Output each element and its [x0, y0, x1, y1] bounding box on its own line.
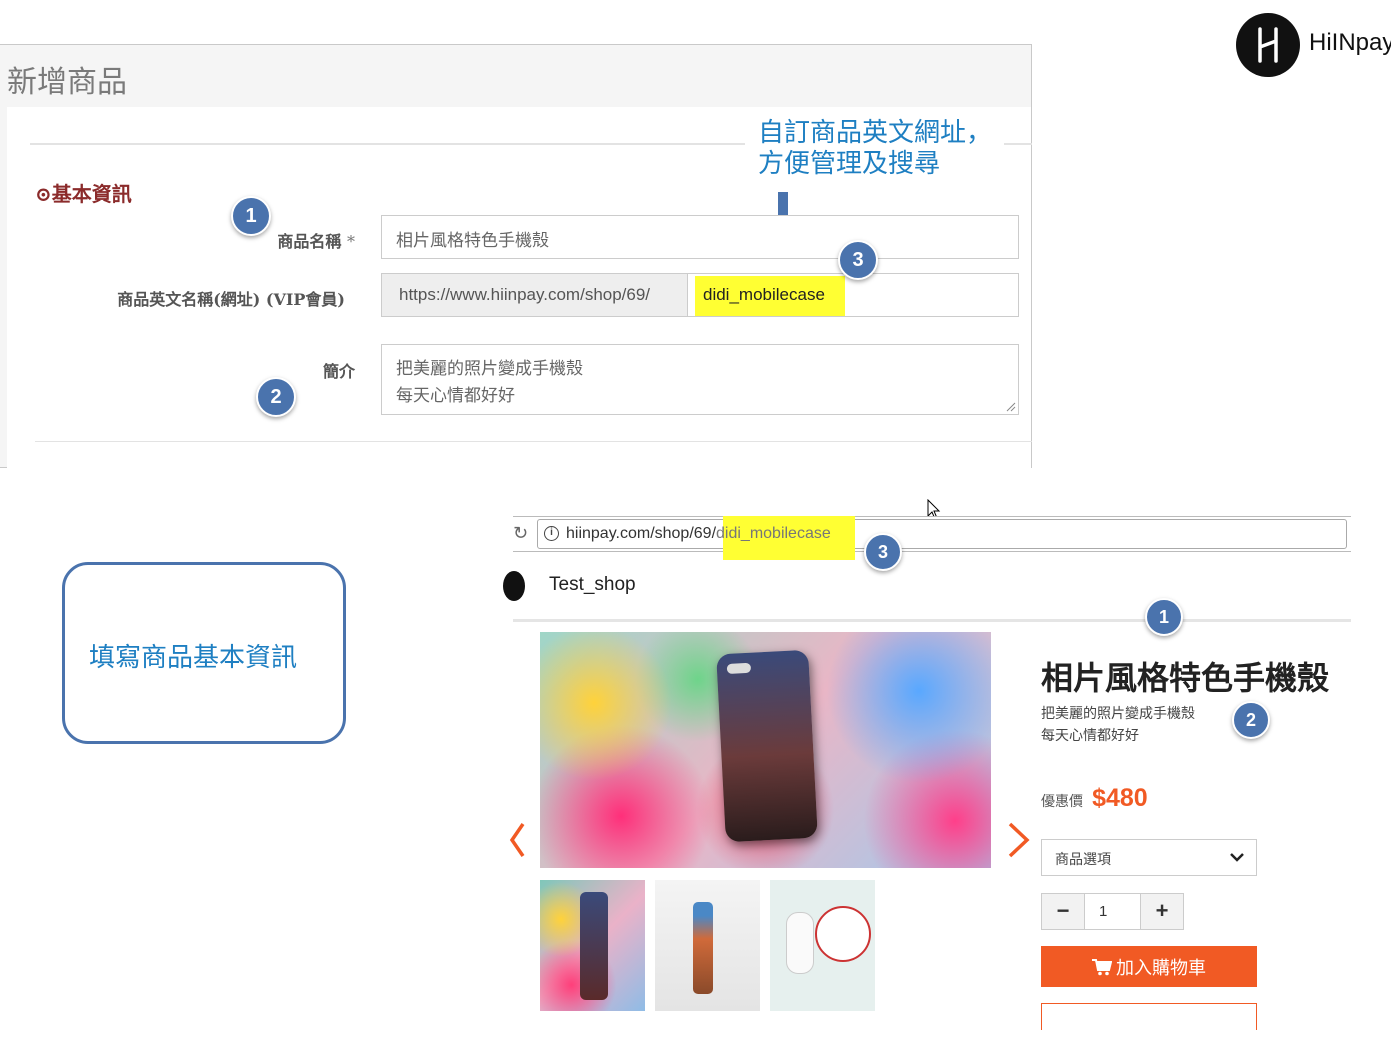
shop-logo-icon[interactable]: [503, 571, 525, 601]
shop-name[interactable]: Test_shop: [549, 574, 636, 596]
step-badge-2b: 2: [1232, 701, 1270, 739]
thumbnail-3[interactable]: [770, 880, 875, 1011]
product-description: 把美麗的照片變成手機殼 每天心情都好好: [1041, 703, 1195, 747]
url-text: hiinpay.com/shop/69/didi_mobilecase: [566, 525, 831, 543]
url-slug-value: didi_mobilecase: [703, 285, 825, 304]
browser-address-bar: ↻ i hiinpay.com/shop/69/didi_mobilecase: [513, 516, 1351, 560]
next-arrow-icon[interactable]: [1007, 822, 1031, 858]
url-base: hiinpay.com/shop/69/: [566, 525, 717, 542]
cart-icon: [1092, 958, 1112, 975]
price-label: 優惠價: [1041, 794, 1083, 810]
thumbnail-1[interactable]: [540, 880, 645, 1011]
phone-case-graphic: [716, 649, 818, 843]
step-badge-1b: 1: [1145, 598, 1183, 636]
divider-top-right: [1004, 143, 1032, 145]
annotation-line-2: 方便管理及搜尋: [758, 149, 941, 179]
required-mark: *: [347, 232, 355, 251]
product-name-value: 相片風格特色手機殼: [396, 231, 549, 251]
thumbnail-2[interactable]: [655, 880, 760, 1011]
product-title: 相片風格特色手機殼: [1041, 659, 1330, 697]
resize-handle-icon[interactable]: [1006, 402, 1016, 412]
reload-icon[interactable]: ↻: [513, 523, 528, 544]
thumb-bear: [786, 912, 814, 974]
annotation-line-1: 自訂商品英文網址，: [758, 118, 993, 148]
thumb-bubble: [815, 906, 871, 962]
description-line-2: 每天心情都好好: [1041, 728, 1139, 744]
name-label-text: 商品名稱: [277, 232, 342, 251]
section-title: ⊙基本資訊: [35, 182, 132, 206]
product-url-input[interactable]: https://www.hiinpay.com/shop/69/ didi_mo…: [381, 273, 1019, 317]
product-option-select[interactable]: 商品選項: [1041, 839, 1257, 876]
callout-text: 填寫商品基本資訊: [89, 643, 298, 673]
brand-name: HiINpay: [1309, 29, 1391, 56]
url-slug: didi_mobilecase: [716, 525, 831, 542]
info-icon[interactable]: i: [544, 526, 559, 541]
intro-textarea[interactable]: 把美麗的照片變成手機殼 每天心情都好好: [381, 344, 1019, 415]
callout-box: 填寫商品基本資訊: [62, 562, 346, 744]
name-label: 商品名稱 *: [200, 228, 355, 252]
divider-top: [30, 143, 745, 145]
thumb-phone-1: [580, 892, 608, 1000]
add-to-cart-button[interactable]: 加入購物車: [1041, 946, 1257, 987]
price-row: 優惠價 $480: [1041, 784, 1148, 813]
price-value: $480: [1092, 784, 1148, 812]
brand-logo: [1236, 13, 1300, 77]
page-title: 新增商品: [7, 65, 127, 100]
url-label: 商品英文名稱(網址) (VIP會員): [117, 290, 345, 309]
increase-button[interactable]: +: [1141, 894, 1183, 929]
step-badge-2: 2: [256, 377, 296, 417]
prev-arrow-icon[interactable]: [509, 822, 525, 858]
url-prefix: https://www.hiinpay.com/shop/69/: [382, 274, 688, 316]
thumb-phone-2: [693, 902, 713, 994]
intro-label: 簡介: [322, 362, 355, 381]
intro-line-1: 把美麗的照片變成手機殼: [396, 359, 583, 379]
product-main-image: [540, 632, 991, 868]
product-name-input[interactable]: 相片風格特色手機殼: [381, 215, 1019, 259]
step-badge-3b: 3: [864, 533, 902, 571]
add-to-cart-label: 加入購物車: [1116, 957, 1206, 979]
url-field[interactable]: i hiinpay.com/shop/69/didi_mobilecase: [537, 516, 1347, 560]
option-placeholder: 商品選項: [1055, 852, 1111, 868]
quantity-stepper: − 1 +: [1041, 893, 1184, 930]
quantity-input[interactable]: 1: [1084, 894, 1141, 929]
chevron-down-icon: [1230, 853, 1244, 862]
step-badge-3: 3: [838, 240, 878, 280]
decrease-button[interactable]: −: [1042, 894, 1084, 929]
camera-icon: [726, 662, 752, 674]
divider-bottom: [35, 441, 1032, 442]
annotation-text: 自訂商品英文網址， 方便管理及搜尋: [758, 118, 992, 180]
description-line-1: 把美麗的照片變成手機殼: [1041, 706, 1195, 722]
page-bottom-mask: [513, 1030, 1391, 1052]
hiinpay-logo-icon: [1258, 27, 1278, 63]
intro-line-2: 每天心情都好好: [396, 386, 515, 406]
shop-header-divider: [513, 619, 1351, 622]
